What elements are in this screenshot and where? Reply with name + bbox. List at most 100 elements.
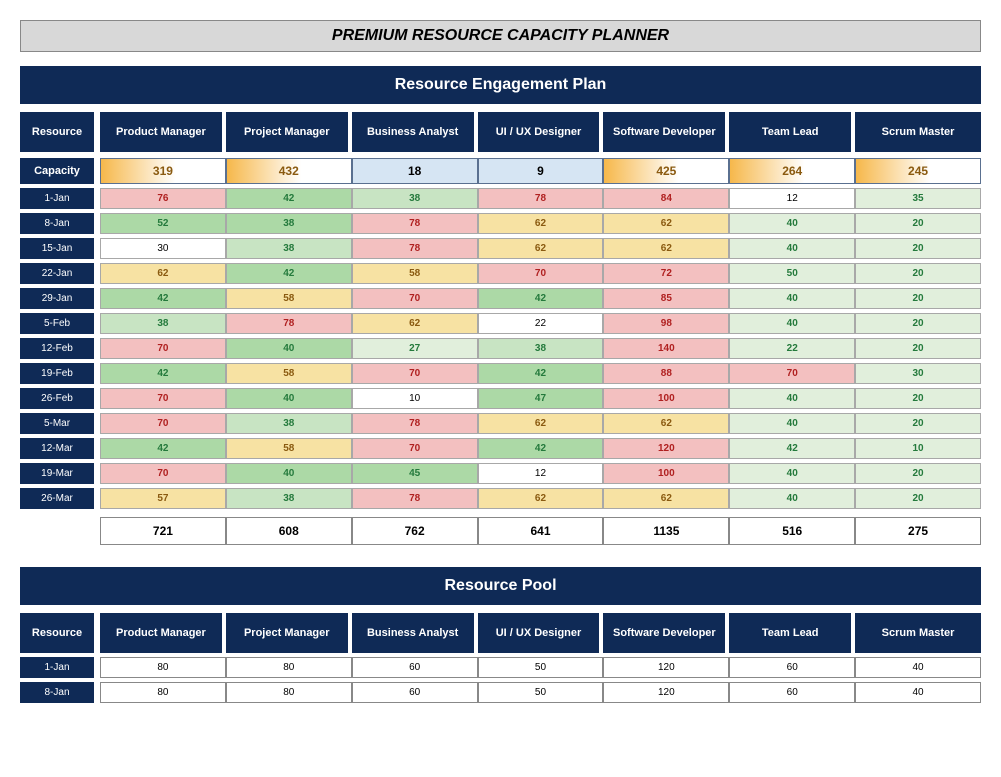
data-cell: 58 bbox=[226, 288, 352, 309]
data-cell: 40 bbox=[729, 463, 855, 484]
data-cell: 72 bbox=[603, 263, 729, 284]
date-label: 8-Jan bbox=[20, 213, 100, 234]
date-label: 19-Mar bbox=[20, 463, 100, 484]
data-cell: 10 bbox=[352, 388, 478, 409]
data-cell: 62 bbox=[100, 263, 226, 284]
header-col: Product Manager bbox=[100, 112, 226, 152]
capacity-cell: 18 bbox=[352, 158, 478, 184]
data-cell: 40 bbox=[729, 488, 855, 509]
capacity-cell: 432 bbox=[226, 158, 352, 184]
data-cell: 40 bbox=[226, 338, 352, 359]
header-col: Project Manager bbox=[226, 613, 352, 653]
data-cell: 12 bbox=[478, 463, 604, 484]
data-cell: 120 bbox=[603, 682, 729, 703]
data-cell: 12 bbox=[729, 188, 855, 209]
table-row: 26-Feb704010471004020 bbox=[20, 388, 981, 409]
data-cell: 62 bbox=[603, 238, 729, 259]
data-cell: 100 bbox=[603, 463, 729, 484]
data-cell: 98 bbox=[603, 313, 729, 334]
data-cell: 57 bbox=[100, 488, 226, 509]
data-cell: 40 bbox=[855, 657, 981, 678]
data-cell: 22 bbox=[729, 338, 855, 359]
table-row: 8-Jan808060501206040 bbox=[20, 682, 981, 703]
data-cell: 70 bbox=[478, 263, 604, 284]
data-cell: 40 bbox=[729, 413, 855, 434]
table-row: 8-Jan52387862624020 bbox=[20, 213, 981, 234]
capacity-row: Capacity 319432189425264245 bbox=[20, 158, 981, 184]
data-cell: 40 bbox=[729, 388, 855, 409]
table-row: 22-Jan62425870725020 bbox=[20, 263, 981, 284]
date-label: 19-Feb bbox=[20, 363, 100, 384]
table-row: 29-Jan42587042854020 bbox=[20, 288, 981, 309]
data-cell: 42 bbox=[478, 288, 604, 309]
data-cell: 70 bbox=[352, 438, 478, 459]
date-label: 1-Jan bbox=[20, 188, 100, 209]
table-row: 19-Feb42587042887030 bbox=[20, 363, 981, 384]
data-cell: 20 bbox=[855, 238, 981, 259]
header-col: UI / UX Designer bbox=[478, 613, 604, 653]
capacity-cell: 425 bbox=[603, 158, 729, 184]
data-cell: 62 bbox=[352, 313, 478, 334]
date-label: 22-Jan bbox=[20, 263, 100, 284]
date-label: 1-Jan bbox=[20, 657, 100, 678]
data-cell: 80 bbox=[226, 657, 352, 678]
table-row: 1-Jan808060501206040 bbox=[20, 657, 981, 678]
table-row: 15-Jan30387862624020 bbox=[20, 238, 981, 259]
data-cell: 20 bbox=[855, 388, 981, 409]
data-cell: 38 bbox=[226, 413, 352, 434]
date-label: 26-Mar bbox=[20, 488, 100, 509]
data-cell: 42 bbox=[100, 438, 226, 459]
header-resource: Resource bbox=[20, 112, 100, 152]
data-cell: 35 bbox=[855, 188, 981, 209]
data-cell: 58 bbox=[226, 363, 352, 384]
data-cell: 120 bbox=[603, 438, 729, 459]
header-col: Scrum Master bbox=[855, 112, 981, 152]
data-cell: 20 bbox=[855, 413, 981, 434]
data-cell: 40 bbox=[729, 238, 855, 259]
data-cell: 50 bbox=[729, 263, 855, 284]
date-label: 5-Feb bbox=[20, 313, 100, 334]
data-cell: 85 bbox=[603, 288, 729, 309]
data-cell: 50 bbox=[478, 657, 604, 678]
totals-spacer bbox=[20, 517, 100, 545]
date-label: 12-Feb bbox=[20, 338, 100, 359]
data-cell: 70 bbox=[352, 288, 478, 309]
data-cell: 60 bbox=[352, 657, 478, 678]
data-cell: 40 bbox=[729, 313, 855, 334]
capacity-cell: 9 bbox=[478, 158, 604, 184]
data-cell: 80 bbox=[100, 682, 226, 703]
data-cell: 40 bbox=[855, 682, 981, 703]
data-cell: 38 bbox=[352, 188, 478, 209]
data-cell: 62 bbox=[603, 413, 729, 434]
capacity-cell: 245 bbox=[855, 158, 981, 184]
total-cell: 1135 bbox=[603, 517, 729, 545]
pool-header-row: Resource Product Manager Project Manager… bbox=[20, 613, 981, 653]
data-cell: 10 bbox=[855, 438, 981, 459]
data-cell: 22 bbox=[478, 313, 604, 334]
data-cell: 40 bbox=[729, 213, 855, 234]
data-cell: 42 bbox=[729, 438, 855, 459]
data-cell: 40 bbox=[729, 288, 855, 309]
data-cell: 58 bbox=[226, 438, 352, 459]
total-cell: 516 bbox=[729, 517, 855, 545]
total-cell: 275 bbox=[855, 517, 981, 545]
header-col: Project Manager bbox=[226, 112, 352, 152]
engagement-header-row: Resource Product Manager Project Manager… bbox=[20, 112, 981, 152]
header-col: Product Manager bbox=[100, 613, 226, 653]
data-cell: 62 bbox=[478, 238, 604, 259]
date-label: 8-Jan bbox=[20, 682, 100, 703]
data-cell: 30 bbox=[855, 363, 981, 384]
section-engagement-plan: Resource Engagement Plan bbox=[20, 66, 981, 104]
capacity-cell: 319 bbox=[100, 158, 226, 184]
table-row: 12-Mar425870421204210 bbox=[20, 438, 981, 459]
data-cell: 45 bbox=[352, 463, 478, 484]
data-cell: 38 bbox=[226, 488, 352, 509]
data-cell: 30 bbox=[100, 238, 226, 259]
header-col: Business Analyst bbox=[352, 613, 478, 653]
data-cell: 70 bbox=[729, 363, 855, 384]
capacity-cell: 264 bbox=[729, 158, 855, 184]
table-row: 5-Mar70387862624020 bbox=[20, 413, 981, 434]
header-col: Scrum Master bbox=[855, 613, 981, 653]
data-cell: 78 bbox=[478, 188, 604, 209]
data-cell: 100 bbox=[603, 388, 729, 409]
